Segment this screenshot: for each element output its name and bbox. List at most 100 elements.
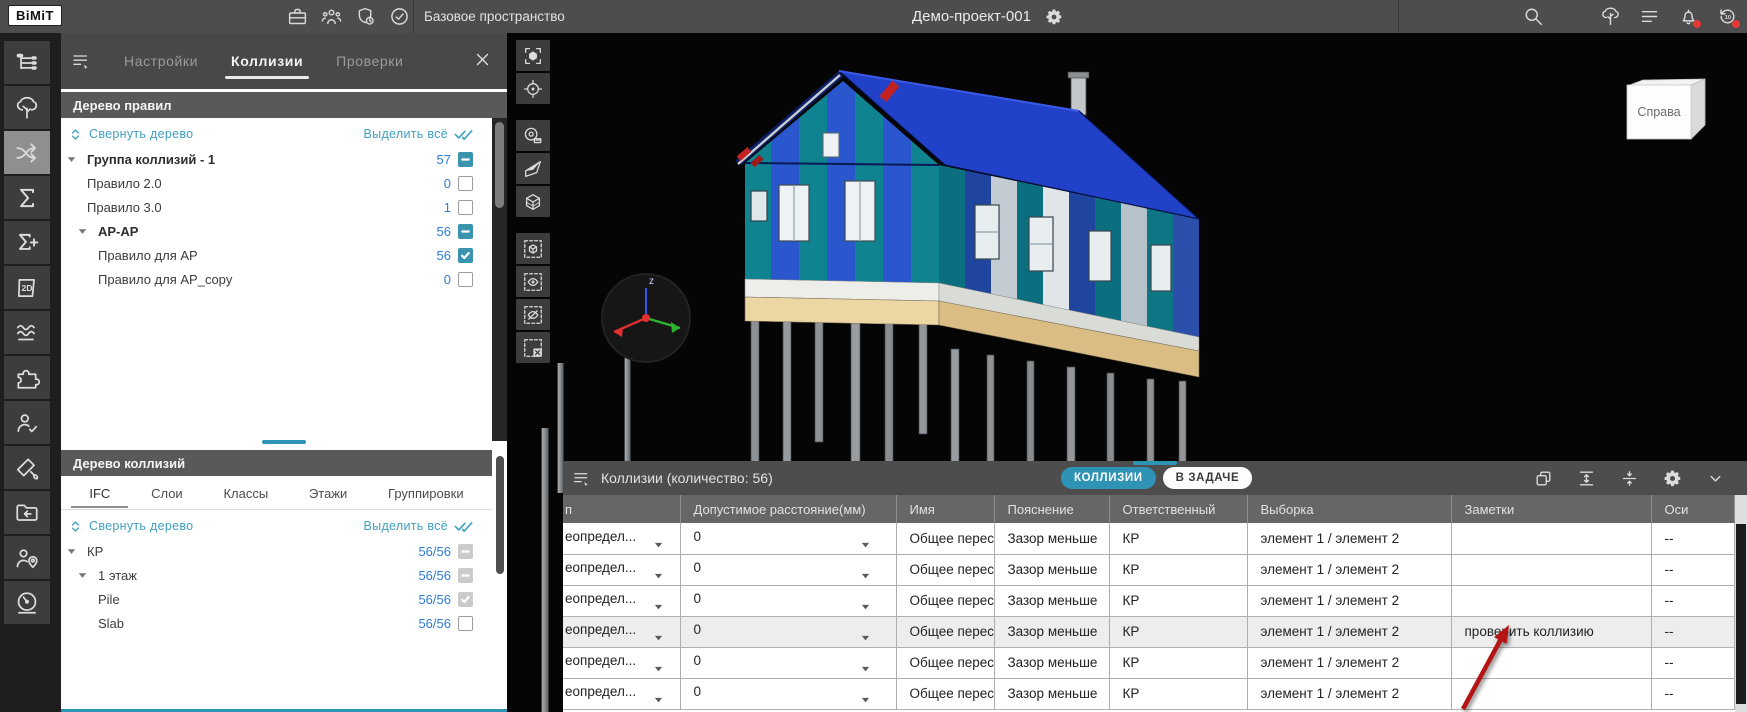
sidebar-item-user-check[interactable]	[4, 401, 50, 444]
column-header[interactable]: Оси	[1651, 495, 1735, 523]
viewport-tool-orbit-target[interactable]	[516, 73, 550, 104]
checkbox-indeterminate[interactable]	[458, 224, 473, 239]
navigation-cube[interactable]: Справа	[1625, 77, 1717, 143]
sidebar-item-sheets-2d[interactable]: 2D	[4, 266, 50, 309]
collisions-view-button[interactable]: КОЛЛИЗИИ	[1061, 467, 1156, 489]
cell-notes[interactable]	[1451, 554, 1651, 585]
collisions-tree-header[interactable]: Дерево коллизий	[61, 450, 507, 476]
viewport-tool-measure[interactable]	[516, 120, 550, 151]
gear-icon[interactable]	[1663, 469, 1682, 488]
table-row[interactable]: еопредел...0Общее пересЗазор меньшеКРэле…	[563, 678, 1735, 709]
fit-rows-icon[interactable]	[1577, 469, 1596, 488]
checkbox-indeterminate-gray[interactable]	[458, 544, 473, 559]
project-settings-gear-icon[interactable]	[1045, 8, 1063, 26]
viewport-tool-show[interactable]	[516, 266, 550, 297]
sidebar-item-user-location[interactable]	[4, 536, 50, 579]
checkbox-indeterminate[interactable]	[458, 152, 473, 167]
dropdown-caret-icon[interactable]	[654, 697, 663, 703]
tree-item[interactable]: Правило для АР56	[61, 243, 492, 267]
close-icon[interactable]	[474, 51, 491, 68]
panel-menu-icon[interactable]	[71, 51, 91, 71]
dropdown-caret-icon[interactable]	[861, 573, 870, 579]
checkbox-checked-gray[interactable]	[458, 592, 473, 607]
tree-item[interactable]: Группа коллизий - 157	[61, 147, 492, 171]
checkbox-empty[interactable]	[458, 176, 473, 191]
tree-tab-группировки[interactable]: Группировки	[388, 486, 464, 501]
tab-collisions[interactable]: Коллизии	[231, 53, 303, 69]
cell-type[interactable]: еопредел...	[563, 585, 680, 616]
checkbox-empty[interactable]	[458, 200, 473, 215]
viewport-tool-hide[interactable]	[516, 299, 550, 330]
panel-resize-handle[interactable]	[262, 440, 306, 444]
workspace-selector[interactable]: Базовое пространство	[424, 0, 591, 33]
checkbox-empty[interactable]	[458, 272, 473, 287]
cell-notes[interactable]	[1451, 585, 1651, 616]
cell-distance[interactable]: 0	[680, 585, 896, 616]
axis-gizmo[interactable]: z	[586, 258, 706, 378]
expand-caret-icon[interactable]	[78, 228, 98, 235]
table-row[interactable]: еопредел...0Общее пересЗазор меньшеКРэле…	[563, 585, 1735, 616]
cell-type[interactable]: еопредел...	[563, 616, 680, 647]
tree-tab-этажи[interactable]: Этажи	[309, 486, 347, 501]
viewport-tool-section-plane[interactable]	[516, 153, 550, 184]
rules-tree-scrollbar[interactable]	[492, 118, 507, 441]
history-icon[interactable]: 10	[1717, 6, 1738, 27]
tree-item[interactable]: Правило 3.01	[61, 195, 492, 219]
checkbox-checked[interactable]	[458, 248, 473, 263]
tree-item[interactable]: Правило 2.00	[61, 171, 492, 195]
column-header[interactable]: п	[563, 495, 680, 523]
viewport-tool-fit-view[interactable]	[516, 40, 550, 71]
cell-type[interactable]: еопредел...	[563, 554, 680, 585]
check-circle-icon[interactable]	[389, 6, 410, 27]
select-all-link[interactable]: Выделить всё	[364, 519, 448, 533]
column-header[interactable]: Заметки	[1451, 495, 1651, 523]
viewport-tool-section-box[interactable]	[516, 186, 550, 217]
list-icon[interactable]	[1639, 6, 1660, 27]
cell-type[interactable]: еопредел...	[563, 647, 680, 678]
cell-type[interactable]: еопредел...	[563, 523, 680, 554]
table-row[interactable]: еопредел...0Общее пересЗазор меньшеКРэле…	[563, 647, 1735, 678]
tree-item[interactable]: АР-АР56	[61, 219, 492, 243]
tree-item[interactable]: КР56/56	[61, 539, 492, 563]
sidebar-item-sum[interactable]	[4, 176, 50, 219]
collapse-rows-icon[interactable]	[1620, 469, 1639, 488]
viewport-tool-clear-selection[interactable]	[516, 332, 550, 363]
checkbox-empty[interactable]	[458, 616, 473, 631]
tree-item[interactable]: 1 этаж56/56	[61, 563, 492, 587]
dropdown-caret-icon[interactable]	[861, 666, 870, 672]
tab-settings[interactable]: Настройки	[124, 53, 198, 69]
select-all-link[interactable]: Выделить всё	[364, 127, 448, 141]
cell-notes[interactable]: проверить коллизию	[1451, 616, 1651, 647]
dropdown-caret-icon[interactable]	[861, 697, 870, 703]
cell-distance[interactable]: 0	[680, 647, 896, 678]
sidebar-item-sum-plus[interactable]	[4, 221, 50, 264]
shield-clock-icon[interactable]	[355, 6, 376, 27]
table-resize-handle[interactable]	[1133, 461, 1177, 465]
expand-caret-icon[interactable]	[67, 548, 87, 555]
cell-type[interactable]: еопредел...	[563, 678, 680, 709]
in-task-view-button[interactable]: В ЗАДАЧЕ	[1163, 467, 1253, 489]
cell-notes[interactable]	[1451, 678, 1651, 709]
dropdown-caret-icon[interactable]	[654, 573, 663, 579]
table-menu-icon[interactable]	[572, 469, 591, 488]
dropdown-caret-icon[interactable]	[861, 542, 870, 548]
tree-tab-классы[interactable]: Классы	[223, 486, 268, 501]
briefcase-icon[interactable]	[287, 6, 308, 27]
tree-item[interactable]: Slab56/56	[61, 611, 492, 635]
table-row[interactable]: еопредел...0Общее пересЗазор меньшеКРэле…	[563, 554, 1735, 585]
dropdown-caret-icon[interactable]	[654, 635, 663, 641]
column-header[interactable]: Ответственный	[1109, 495, 1247, 523]
column-header[interactable]: Допустимое расстояние(мм)	[680, 495, 896, 523]
sidebar-item-environment-tree[interactable]	[4, 86, 50, 129]
collapse-tree-link[interactable]: Свернуть дерево	[89, 127, 193, 141]
team-icon[interactable]	[321, 6, 342, 27]
rules-tree-header[interactable]: Дерево правил	[61, 92, 507, 118]
cell-distance[interactable]: 0	[680, 554, 896, 585]
sidebar-item-plugins[interactable]	[4, 356, 50, 399]
sidebar-item-folder-export[interactable]	[4, 491, 50, 534]
sidebar-item-graphs[interactable]	[4, 311, 50, 354]
sidebar-item-construction[interactable]	[4, 446, 50, 489]
tree-item[interactable]: Правило для АР_copy0	[61, 267, 492, 291]
bell-icon[interactable]	[1678, 6, 1699, 27]
dropdown-caret-icon[interactable]	[654, 604, 663, 610]
